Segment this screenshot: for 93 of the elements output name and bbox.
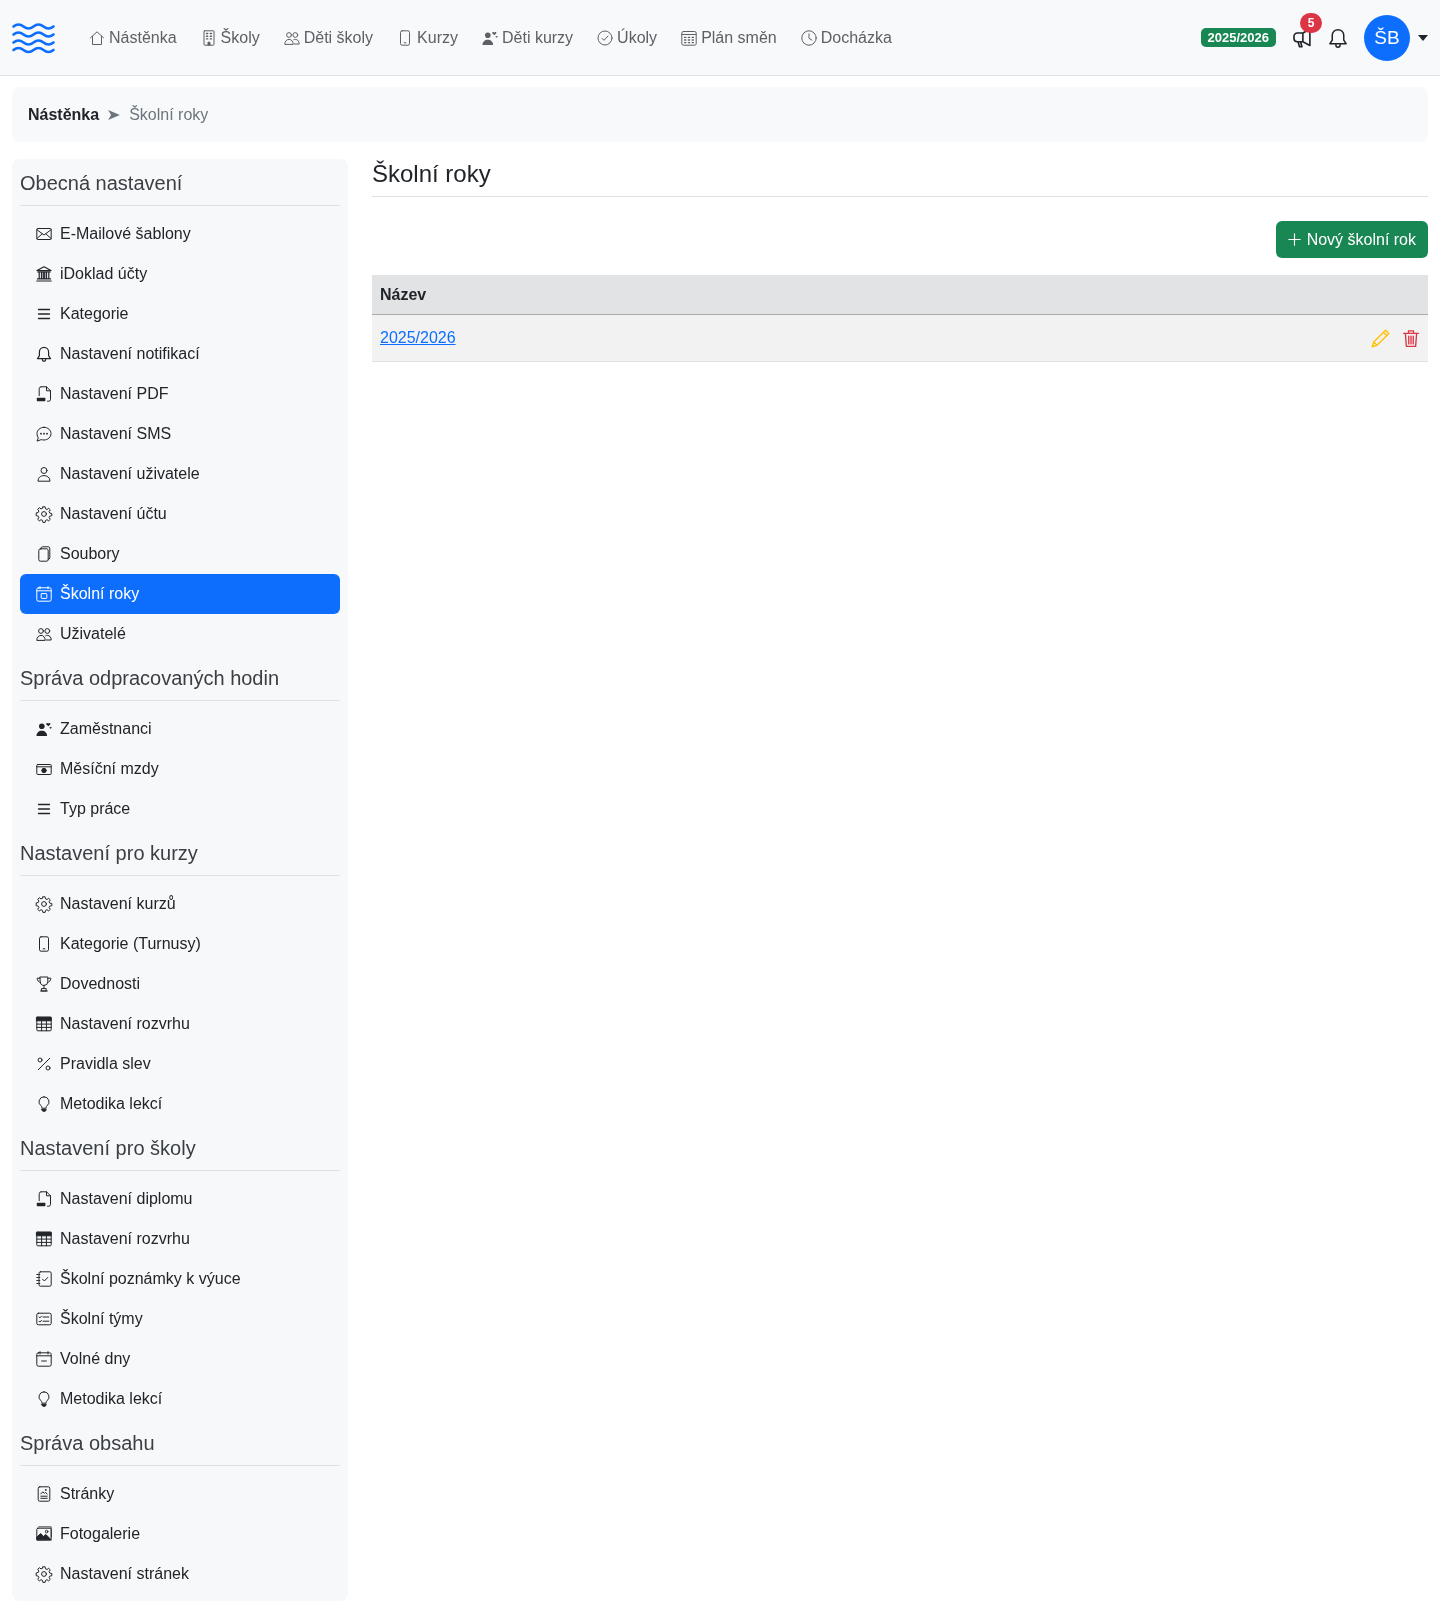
image-icon	[36, 1526, 52, 1542]
nav-link[interactable]: Úkoly	[585, 25, 670, 50]
sidebar-item[interactable]: Školní roky	[20, 574, 340, 614]
lightbulb-icon	[36, 1096, 52, 1112]
user-avatar[interactable]: ŠB	[1364, 14, 1410, 61]
page-title: Školní roky	[372, 159, 1428, 197]
count-badge: 5	[1300, 12, 1322, 33]
card-list-icon	[36, 1311, 52, 1327]
sidebar-item[interactable]: Kategorie	[20, 294, 340, 334]
person-icon	[36, 466, 52, 482]
settings-icon	[36, 1566, 52, 1582]
sidebar-item[interactable]: Nastavení SMS	[20, 414, 340, 454]
percent-icon	[36, 1056, 52, 1072]
sidebar-item[interactable]: Nastavení uživatele	[20, 454, 340, 494]
school-year-badge: 2025/2026	[1200, 28, 1276, 47]
chat-bubble-icon	[36, 426, 52, 442]
sidebar-item[interactable]: Nastavení účtu	[20, 494, 340, 534]
trophy-icon	[36, 976, 52, 992]
sidebar-item[interactable]: Uživatelé	[20, 614, 340, 654]
sidebar-item[interactable]: Školní poznámky k výuce	[20, 1259, 340, 1299]
person-hearts-icon	[36, 721, 52, 737]
house-icon	[89, 29, 105, 46]
sidebar-item[interactable]: Nastavení stránek	[20, 1554, 340, 1594]
nav-link[interactable]: Nástěnka	[77, 25, 189, 50]
settings-icon	[36, 506, 52, 522]
nav-link[interactable]: Školy	[188, 25, 272, 50]
table-icon	[36, 1231, 52, 1247]
sidebar-item[interactable]: Nastavení PDF	[20, 374, 340, 414]
sidebar-item[interactable]: Nastavení diplomu	[20, 1179, 340, 1219]
list-icon	[36, 801, 52, 817]
sidebar-item[interactable]: iDoklad účty	[20, 254, 340, 294]
document-icon	[36, 1486, 52, 1502]
table-icon	[36, 1016, 52, 1032]
sidebar-item[interactable]: Nastavení kurzů	[20, 884, 340, 924]
sidebar-item[interactable]: Stránky	[20, 1474, 340, 1514]
sidebar-item[interactable]: Nastavení rozvrhu	[20, 1219, 340, 1259]
calendar-minus-icon	[36, 1351, 52, 1367]
settings-icon	[36, 896, 52, 912]
sidebar-item[interactable]: Soubory	[20, 534, 340, 574]
cash-icon	[36, 761, 52, 777]
lightbulb-icon	[36, 1391, 52, 1407]
people-icon	[36, 626, 52, 642]
nav-link[interactable]: Děti kurzy	[470, 25, 586, 50]
trash-icon[interactable]	[1402, 328, 1420, 348]
sidebar-item[interactable]: Volné dny	[20, 1339, 340, 1379]
building-icon	[200, 29, 217, 46]
sidebar-item[interactable]: Kategorie (Turnusy)	[20, 924, 340, 964]
sidebar-item[interactable]: Pravidla slev	[20, 1044, 340, 1084]
phone-icon	[36, 936, 52, 952]
section-heading: Nastavení pro kurzy	[20, 839, 340, 876]
sidebar-item[interactable]: Metodika lekcí	[20, 1379, 340, 1419]
new-year-button[interactable]: Nový školní rok	[1275, 221, 1428, 258]
nav-link[interactable]: Plán směn	[669, 25, 789, 50]
plus-icon	[1287, 233, 1301, 246]
bell-icon[interactable]	[1328, 27, 1348, 48]
breadcrumb-current: Školní roky	[129, 105, 209, 124]
sidebar-item[interactable]: Dovednosti	[20, 964, 340, 1004]
sidebar-item[interactable]: E-Mailové šablony	[20, 214, 340, 254]
calendar-icon	[36, 586, 52, 602]
sidebar-item[interactable]: Školní týmy	[20, 1299, 340, 1339]
section-heading: Správa obsahu	[20, 1429, 340, 1466]
list-icon	[36, 306, 52, 322]
caret-down-icon[interactable]	[1418, 34, 1428, 41]
envelope-icon	[36, 226, 52, 242]
column-header: Název	[380, 285, 427, 304]
sidebar-item[interactable]: Nastavení notifikací	[20, 334, 340, 374]
sidebar-item[interactable]: Fotogalerie	[20, 1514, 340, 1554]
people-icon	[283, 29, 300, 46]
section-heading: Obecná nastavení	[20, 169, 340, 206]
section-heading: Správa odpracovaných hodin	[20, 664, 340, 701]
bell-icon	[36, 346, 52, 362]
section-heading: Nastavení pro školy	[20, 1134, 340, 1171]
year-link[interactable]: 2025/2026	[380, 329, 456, 346]
nav-link[interactable]: Děti školy	[271, 25, 386, 50]
waves-logo-icon[interactable]	[12, 22, 54, 53]
person-hearts-icon	[482, 29, 498, 46]
bank-icon	[36, 266, 52, 282]
sidebar-item[interactable]: Typ práce	[20, 789, 340, 829]
calendar-icon	[681, 29, 698, 46]
checklist-icon	[36, 1271, 52, 1287]
breadcrumb-link[interactable]: Nástěnka	[28, 105, 100, 124]
files-icon	[36, 546, 52, 562]
sidebar-item[interactable]: Zaměstnanci	[20, 709, 340, 749]
file-icon	[36, 386, 52, 402]
file-icon	[36, 1191, 52, 1207]
sidebar-item[interactable]: Metodika lekcí	[20, 1084, 340, 1124]
sidebar-item[interactable]: Měsíční mzdy	[20, 749, 340, 789]
check-circle-icon	[597, 29, 614, 46]
nav-link[interactable]: Docházka	[788, 25, 904, 50]
nav-link[interactable]: Kurzy	[385, 25, 470, 50]
arrow-icon	[108, 109, 121, 120]
clock-icon	[800, 29, 817, 46]
sidebar-item[interactable]: Nastavení rozvrhu	[20, 1004, 340, 1044]
